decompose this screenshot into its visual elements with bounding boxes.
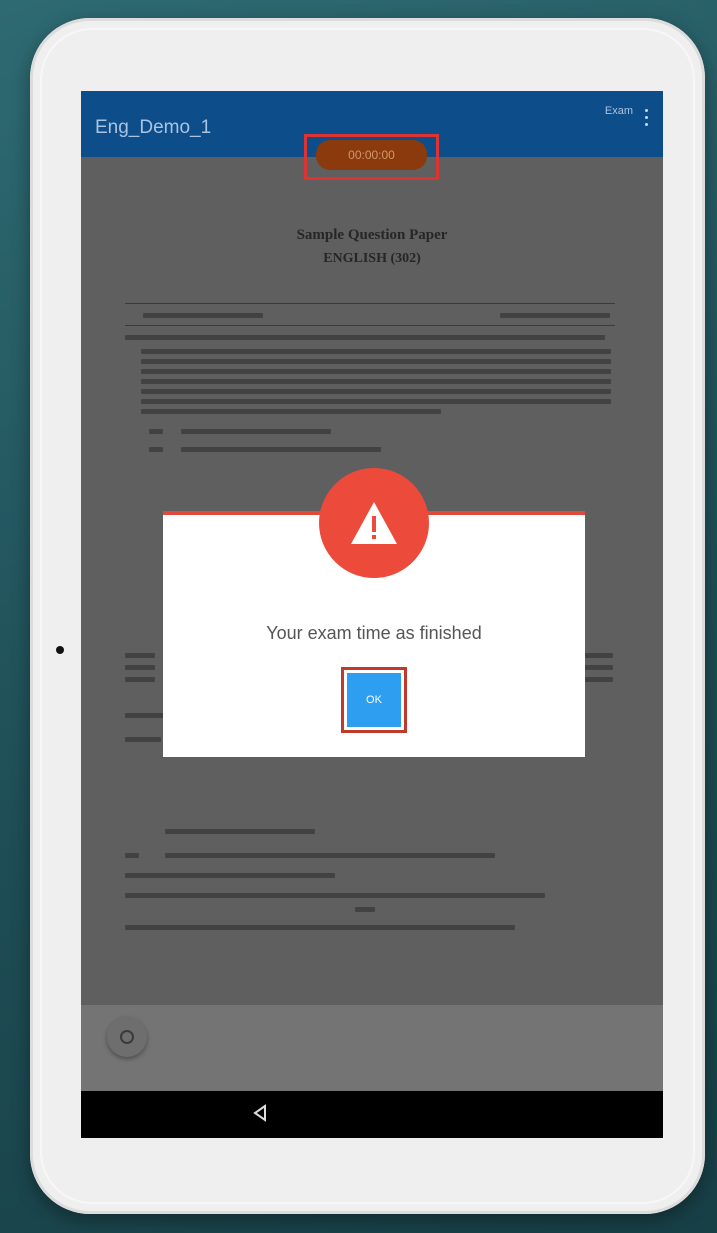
text-line <box>149 429 163 434</box>
refresh-icon <box>120 1030 134 1044</box>
text-line <box>141 399 611 404</box>
text-line <box>165 853 495 858</box>
text-line <box>141 369 611 374</box>
text-line <box>125 737 161 742</box>
text-line <box>125 653 155 658</box>
text-line <box>125 713 165 718</box>
text-line <box>149 447 163 452</box>
camera-icon <box>56 646 64 654</box>
tablet-frame: Eng_Demo_1 Exam Sample Question Paper EN… <box>30 18 705 1214</box>
text-line <box>181 447 381 452</box>
text-line <box>141 359 611 364</box>
text-line <box>165 829 315 834</box>
text-line <box>125 925 515 930</box>
exam-timer: 00:00:00 <box>316 140 427 170</box>
text-line <box>141 349 611 354</box>
text-line <box>141 409 441 414</box>
app-bar-label: Exam <box>604 105 633 117</box>
text-line <box>500 313 610 318</box>
warning-icon <box>351 502 397 544</box>
more-vert-icon[interactable] <box>645 109 649 130</box>
android-nav-bar <box>81 1091 663 1138</box>
text-line <box>141 379 611 384</box>
text-line <box>125 873 335 878</box>
ok-button[interactable]: OK <box>347 673 401 727</box>
dialog-message: Your exam time as finished <box>266 623 482 643</box>
text-line <box>181 429 331 434</box>
text-line <box>585 677 613 682</box>
text-line <box>143 313 263 318</box>
warning-icon-badge <box>319 468 429 578</box>
refresh-button[interactable] <box>107 1017 147 1057</box>
divider <box>125 303 615 304</box>
text-line <box>585 665 613 670</box>
text-line <box>125 853 139 858</box>
text-line <box>125 677 155 682</box>
text-line <box>125 335 605 340</box>
text-line <box>355 907 375 912</box>
app-screen: Eng_Demo_1 Exam Sample Question Paper EN… <box>81 91 663 1138</box>
text-line <box>585 653 613 658</box>
back-icon[interactable] <box>250 1103 270 1123</box>
text-line <box>125 893 545 898</box>
text-line <box>141 389 611 394</box>
paper-subtitle: ENGLISH (302) <box>323 251 421 266</box>
divider <box>125 325 615 326</box>
paper-title: Sample Question Paper <box>296 227 448 243</box>
app-title: Eng_Demo_1 <box>95 117 212 138</box>
text-line <box>125 665 155 670</box>
